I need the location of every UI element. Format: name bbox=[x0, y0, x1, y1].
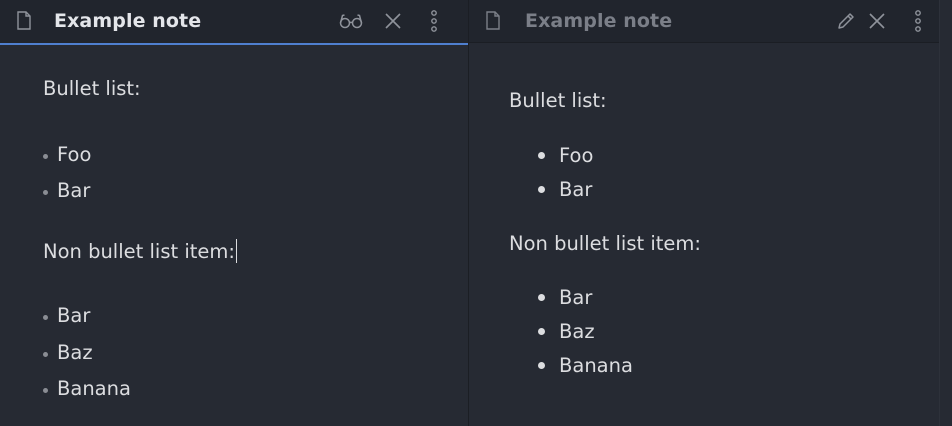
note-title[interactable]: Example note bbox=[525, 10, 672, 32]
more-options-button[interactable] bbox=[426, 9, 442, 33]
editor-pane-source: Example note Bullet list: Foo Bar Non bu… bbox=[0, 0, 468, 426]
paragraph: Non bullet list item: bbox=[509, 232, 701, 255]
bullet-marker bbox=[43, 352, 48, 357]
text-cursor bbox=[235, 239, 237, 263]
close-icon bbox=[385, 13, 401, 29]
list-item-text: Baz bbox=[57, 341, 93, 364]
list-item-text: Foo bbox=[559, 144, 594, 167]
list-item-text: Bar bbox=[559, 286, 593, 309]
paragraph-text: Non bullet list item: bbox=[43, 240, 235, 263]
scrollbar-gutter[interactable] bbox=[939, 0, 952, 426]
bullet-marker bbox=[538, 186, 545, 193]
paragraph: Bullet list: bbox=[509, 89, 607, 112]
bullet-marker bbox=[43, 315, 48, 320]
more-options-icon bbox=[431, 10, 437, 32]
close-tab-button[interactable] bbox=[383, 9, 403, 33]
pane-header: Example note bbox=[469, 0, 939, 43]
list-item: Bar bbox=[538, 178, 593, 201]
bullet-marker bbox=[538, 362, 545, 369]
reading-view-button[interactable] bbox=[338, 9, 364, 33]
bullet-marker bbox=[43, 388, 48, 393]
list-item[interactable]: Foo bbox=[43, 143, 243, 169]
editor-pane-reading: Example note Bullet list: Foo Bar Non bu… bbox=[469, 0, 939, 426]
note-title[interactable]: Example note bbox=[54, 10, 201, 32]
file-icon bbox=[486, 11, 500, 30]
bullet-marker bbox=[43, 190, 48, 195]
list-item-text: Banana bbox=[559, 354, 633, 377]
file-icon bbox=[17, 11, 31, 30]
close-tab-button[interactable] bbox=[867, 9, 887, 33]
list-item[interactable]: Bar bbox=[43, 179, 243, 205]
list-item: Bar bbox=[538, 286, 593, 309]
bullet-marker bbox=[43, 154, 48, 159]
list-item-text: Banana bbox=[57, 377, 131, 400]
more-options-icon bbox=[915, 10, 921, 32]
list-item-text: Bar bbox=[57, 179, 91, 202]
list-item: Banana bbox=[538, 354, 633, 377]
list-item: Baz bbox=[538, 320, 595, 343]
list-item: Foo bbox=[538, 144, 594, 167]
list-item[interactable]: Bar bbox=[43, 304, 243, 330]
more-options-button[interactable] bbox=[910, 9, 926, 33]
edit-view-button[interactable] bbox=[835, 9, 857, 33]
heading-line[interactable]: Bullet list: bbox=[43, 77, 141, 100]
list-item[interactable]: Baz bbox=[43, 341, 243, 367]
bullet-marker bbox=[538, 152, 545, 159]
pane-header: Example note bbox=[0, 0, 468, 45]
pencil-icon bbox=[838, 13, 854, 29]
list-item[interactable]: Banana bbox=[43, 377, 243, 403]
close-icon bbox=[869, 13, 885, 29]
glasses-icon bbox=[339, 14, 363, 29]
text-line-with-cursor[interactable]: Non bullet list item: bbox=[43, 239, 237, 263]
list-item-text: Bar bbox=[559, 178, 593, 201]
bullet-marker bbox=[538, 328, 545, 335]
list-item-text: Foo bbox=[57, 143, 92, 166]
list-item-text: Baz bbox=[559, 320, 595, 343]
bullet-marker bbox=[538, 294, 545, 301]
list-item-text: Bar bbox=[57, 304, 91, 327]
